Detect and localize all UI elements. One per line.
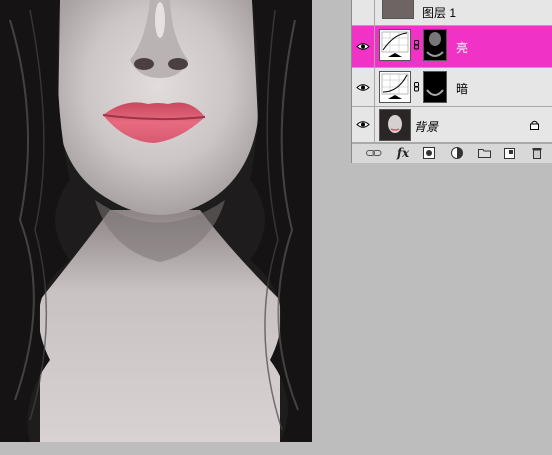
eye-icon xyxy=(356,121,370,128)
layer-mask-thumbnail[interactable] xyxy=(423,29,447,61)
document-canvas[interactable] xyxy=(0,0,312,442)
visibility-toggle[interactable] xyxy=(352,0,375,25)
trash-icon xyxy=(532,148,542,159)
curves-icon xyxy=(381,73,409,99)
portrait-thumbnail xyxy=(388,115,402,133)
mask-preview xyxy=(426,32,444,57)
chain-link-icon[interactable] xyxy=(414,40,419,50)
layer-name: 亮 xyxy=(456,41,469,55)
mask-icon xyxy=(423,147,435,159)
layer-row-layer1[interactable]: 图层 1 xyxy=(352,0,552,26)
new-adjustment-layer-button[interactable] xyxy=(449,146,465,160)
link-layers-button[interactable] xyxy=(366,146,382,160)
new-layer-icon xyxy=(503,147,515,159)
visibility-toggle[interactable] xyxy=(352,68,375,106)
layer-style-button[interactable]: fx xyxy=(394,146,412,160)
layer-thumbnail xyxy=(382,0,414,19)
link-icon xyxy=(366,150,382,156)
layer-row-bright[interactable]: 亮 xyxy=(352,26,552,68)
layer-thumbnail xyxy=(379,109,411,141)
portrait-image xyxy=(0,0,312,442)
layers-toolbar: fx xyxy=(352,143,552,163)
visibility-toggle[interactable] xyxy=(352,26,375,67)
eye-icon xyxy=(356,83,370,91)
delete-layer-button[interactable] xyxy=(530,146,544,160)
curves-adjustment-thumbnail xyxy=(379,71,411,103)
layer-row-background[interactable]: 背景 xyxy=(352,107,552,143)
add-mask-button[interactable] xyxy=(422,146,436,160)
curves-adjustment-thumbnail xyxy=(379,29,411,61)
layer-name: 暗 xyxy=(456,82,469,96)
new-layer-button[interactable] xyxy=(502,146,516,160)
fx-icon: fx xyxy=(396,146,410,160)
mask-preview xyxy=(426,89,444,96)
layer-name: 图层 1 xyxy=(422,6,457,20)
layer-name: 背景 xyxy=(414,120,439,134)
layers-panel: 图层 1 亮 暗 背景 fx xyxy=(351,0,552,163)
layer-row-dark[interactable]: 暗 xyxy=(352,68,552,107)
layer-mask-thumbnail[interactable] xyxy=(423,71,447,103)
chain-link-icon[interactable] xyxy=(414,82,419,92)
half-circle-icon xyxy=(451,147,463,159)
folder-icon xyxy=(477,149,491,158)
lock-icon xyxy=(530,120,539,130)
visibility-toggle[interactable] xyxy=(352,107,375,142)
eye-icon xyxy=(356,43,370,50)
new-group-button[interactable] xyxy=(477,146,491,160)
curves-icon xyxy=(381,31,409,57)
